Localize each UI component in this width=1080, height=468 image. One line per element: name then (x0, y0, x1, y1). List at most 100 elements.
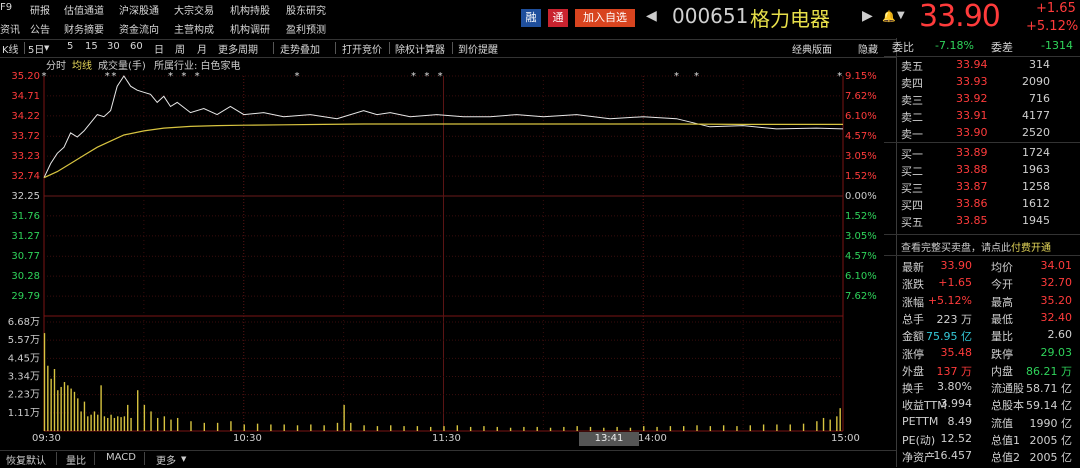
full-book-promo[interactable]: 查看完整买卖盘，请点此付费开通 (901, 239, 1051, 254)
tab-volume-ratio[interactable]: 量比 (66, 452, 86, 467)
promo-link[interactable]: 付费开通 (1011, 243, 1051, 254)
price-axis-label: 30.28 (11, 271, 40, 282)
news-marker-icon[interactable]: * (438, 71, 443, 82)
stat-label: 流值 (991, 416, 1013, 430)
menu-survey[interactable]: 机构调研 (230, 21, 270, 36)
tb-30min[interactable]: 30 (107, 41, 120, 52)
news-marker-icon[interactable]: * (411, 71, 416, 82)
news-marker-icon[interactable]: * (105, 71, 110, 82)
menu-shareholder[interactable]: 股东研究 (286, 2, 326, 17)
tb-price-alert[interactable]: 到价提醒 (458, 41, 498, 56)
stat-value: 35.20 (1040, 293, 1073, 307)
news-marker-icon[interactable]: * (181, 71, 186, 82)
news-marker-icon[interactable]: * (837, 71, 842, 82)
prev-stock-icon[interactable]: ◀ (646, 8, 657, 24)
tab-reset-default[interactable]: 恢复默认 (6, 452, 46, 467)
pct-axis-label: 0.00% (845, 191, 877, 202)
tb-5day-caret-icon[interactable]: ▼ (44, 44, 49, 52)
stat-value: 86.21 万 (1026, 364, 1072, 378)
buys-level-1[interactable]: 买一 33.89 1724 (884, 145, 1080, 162)
stat-value: 33.90 (940, 259, 973, 272)
next-stock-icon[interactable]: ▶ (862, 8, 873, 24)
time-tick-1130: 11:30 (432, 433, 461, 444)
menu-news[interactable]: 资讯 (0, 21, 20, 36)
stat-label: 流通股 (991, 382, 1024, 396)
stat-label: 金额 (902, 330, 924, 344)
stat-label: 量比 (991, 330, 1013, 344)
tb-divider (335, 42, 336, 54)
tb-classic-layout[interactable]: 经典版面 (792, 41, 832, 56)
tb-kline[interactable]: K线 (2, 41, 19, 56)
tab-more[interactable]: 更多 (156, 452, 176, 467)
tb-exright-calc[interactable]: 除权计算器 (395, 41, 445, 56)
pct-axis-label: 1.52% (845, 171, 877, 182)
stat-value: 2005 亿 (1029, 434, 1073, 447)
news-marker-icon[interactable]: * (168, 71, 173, 82)
buys-label: 买五 (901, 216, 923, 229)
menu-financial[interactable]: 财务摘要 (64, 21, 104, 36)
menu-block-trade[interactable]: 大宗交易 (174, 2, 214, 17)
intraday-chart[interactable]: 35.20 9.15% 34.71 7.62% 34.22 6.10% 33.72 4.57%… (0, 68, 896, 452)
news-marker-icon[interactable]: * (42, 71, 47, 82)
dropdown-icon[interactable]: ▼ (897, 10, 905, 21)
menu-announcement[interactable]: 公告 (30, 21, 50, 36)
stat-label: 外盘 (902, 364, 924, 378)
tb-month[interactable]: 月 (197, 41, 207, 56)
price-axis-label: 34.71 (11, 91, 40, 102)
buys-level-5[interactable]: 买五 33.85 1945 (884, 213, 1080, 230)
ob-divider (884, 142, 1080, 143)
tb-overlay[interactable]: 走势叠加 (280, 41, 320, 56)
tb-60min[interactable]: 60 (130, 41, 143, 52)
news-marker-icon[interactable]: * (424, 71, 429, 82)
news-marker-icon[interactable]: * (694, 71, 699, 82)
tb-more-period[interactable]: 更多周期 (218, 41, 258, 56)
stat-label: 今开 (991, 278, 1013, 292)
margin-badge[interactable]: 融 (521, 9, 541, 27)
stat-value: 12.52 (940, 432, 973, 445)
news-marker-icon[interactable]: * (674, 71, 679, 82)
menu-research[interactable]: 研报 (30, 2, 50, 17)
menu-hk-connect[interactable]: 沪深股通 (119, 2, 159, 17)
alert-bell-icon[interactable]: 🔔 (882, 10, 896, 23)
menu-business[interactable]: 主营构成 (174, 21, 214, 36)
tb-day[interactable]: 日 (154, 41, 164, 56)
connect-badge[interactable]: 通 (548, 9, 568, 27)
tab-macd[interactable]: MACD (106, 452, 136, 463)
tab-more-caret-icon[interactable]: ▼ (181, 455, 186, 463)
menu-forecast[interactable]: 盈利预测 (286, 21, 326, 36)
volume-axis-label: 1.11万 (8, 408, 40, 419)
stat-value: 32.40 (1040, 310, 1073, 324)
menu-f9[interactable]: F9 (0, 2, 12, 13)
order-book: 委比 -7.18% 委差 -1314 卖五 33.94 314 卖四 33.93 2090… (884, 38, 1080, 258)
sells-level-3[interactable]: 卖三 33.92 716 (884, 91, 1080, 108)
sells-level-4[interactable]: 卖二 33.91 4177 (884, 108, 1080, 125)
weicha-label: 委差 (991, 41, 1013, 54)
add-watchlist-button[interactable]: 加入自选 (575, 9, 635, 27)
tb-5day[interactable]: 5日 (28, 41, 44, 56)
menu-institution-holding[interactable]: 机构持股 (230, 2, 270, 17)
tb-divider (24, 42, 25, 54)
stat-label: 均价 (991, 261, 1013, 274)
tb-hide[interactable]: 隐藏 (858, 41, 878, 56)
tb-15min[interactable]: 15 (85, 41, 98, 52)
sells-level-2[interactable]: 卖四 33.93 2090 (884, 74, 1080, 91)
tb-5min[interactable]: 5 (67, 41, 73, 52)
stat-label: 换手 (902, 382, 924, 396)
sells-level-5[interactable]: 卖一 33.90 2520 (884, 125, 1080, 142)
tb-auction[interactable]: 打开竞价 (342, 41, 382, 56)
stat-label: 总股本 (991, 399, 1024, 413)
menu-valuation[interactable]: 估值通道 (64, 2, 104, 17)
buys-level-4[interactable]: 买四 33.86 1612 (884, 196, 1080, 213)
buys-level-3[interactable]: 买三 33.87 1258 (884, 179, 1080, 196)
news-marker-icon[interactable]: * (195, 71, 200, 82)
menu-fund-flow[interactable]: 资金流向 (119, 21, 159, 36)
time-tick-1030: 10:30 (233, 433, 262, 444)
news-marker-icon[interactable]: * (295, 71, 300, 82)
stock-code: 000651 (672, 4, 749, 28)
news-marker-icon[interactable]: * (111, 71, 116, 82)
volume-axis-label: 3.34万 (8, 372, 40, 383)
tb-week[interactable]: 周 (175, 41, 185, 56)
buys-level-2[interactable]: 买二 33.88 1963 (884, 162, 1080, 179)
stat-label: 总值2 (991, 451, 1020, 465)
sells-level-1[interactable]: 卖五 33.94 314 (884, 57, 1080, 74)
